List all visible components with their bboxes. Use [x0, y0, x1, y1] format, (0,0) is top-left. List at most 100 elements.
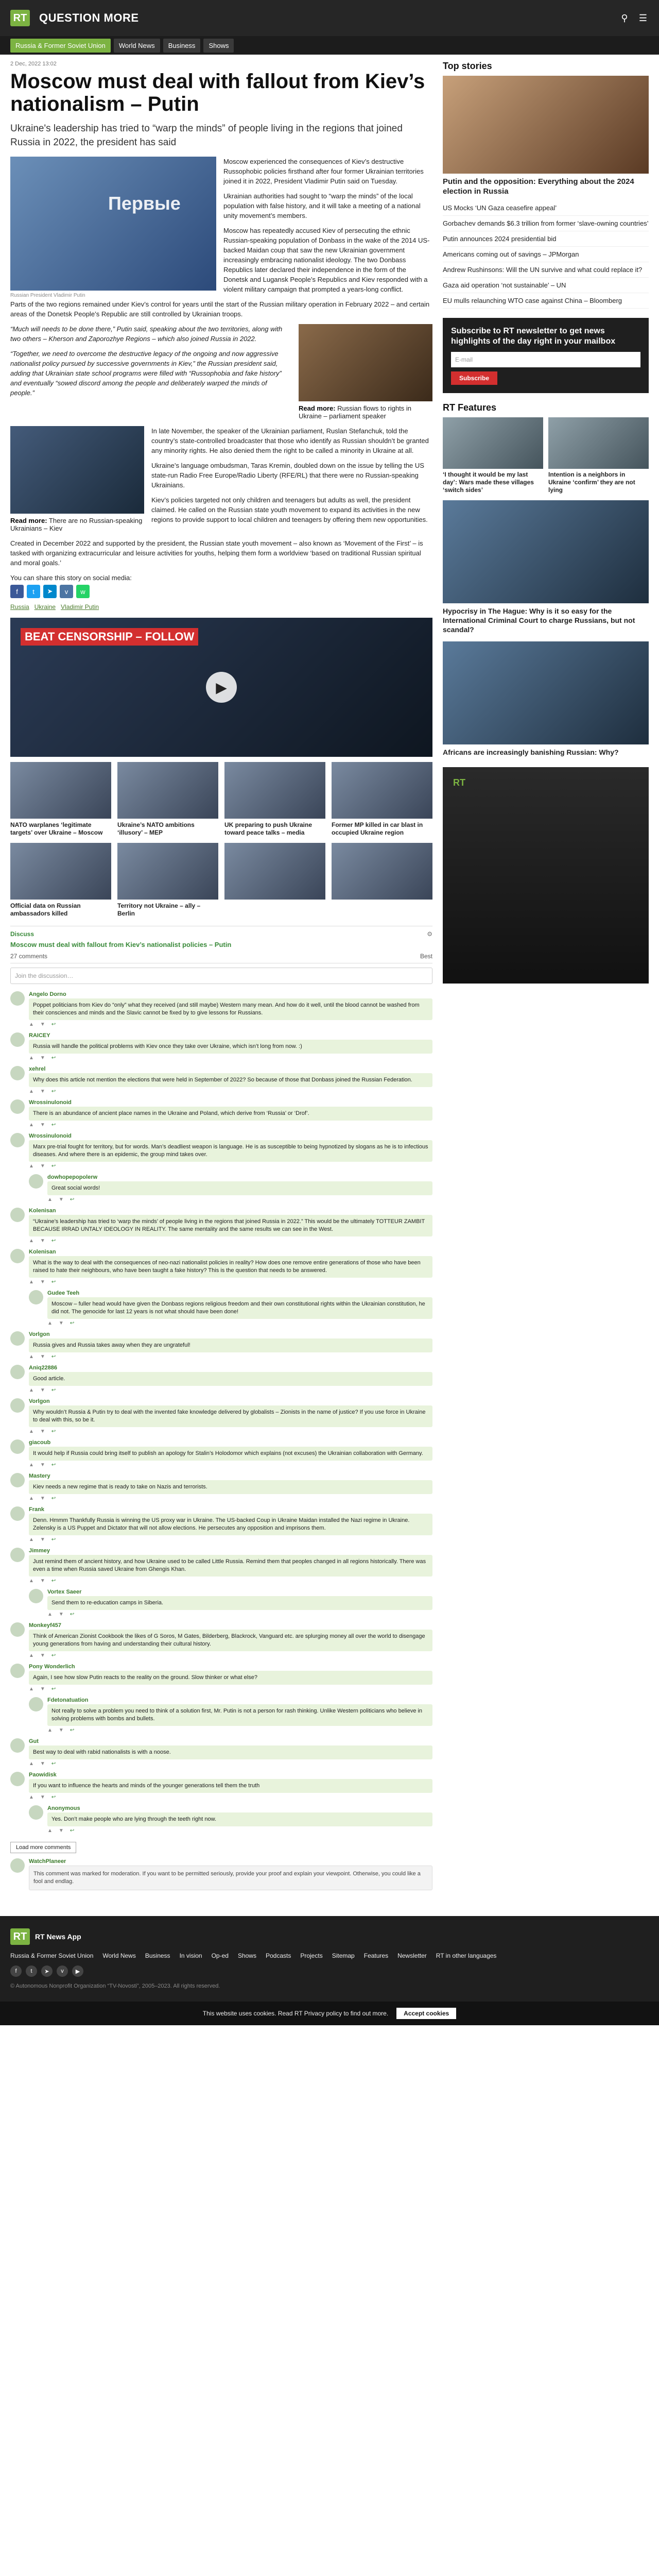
footer-app[interactable]: RT RT News App	[10, 1928, 649, 1945]
video-player[interactable]: BEAT CENSORSHIP – FOLLOW ▶	[10, 618, 432, 757]
nav-item-world[interactable]: World News	[113, 38, 160, 53]
read-more-card[interactable]: Read more: There are no Russian-speaking…	[10, 426, 144, 538]
feature-title[interactable]: ‘I thought it would be my last day’: War…	[443, 471, 543, 494]
reply-icon[interactable]: ↩	[51, 1089, 56, 1094]
feature-large-thumb[interactable]	[443, 641, 649, 744]
avatar[interactable]	[10, 1331, 25, 1346]
downvote-icon[interactable]: ▼	[40, 1429, 45, 1434]
reply-icon[interactable]: ↩	[51, 1653, 56, 1658]
upvote-icon[interactable]: ▲	[29, 1238, 34, 1244]
upvote-icon[interactable]: ▲	[29, 1022, 34, 1027]
reply-icon[interactable]: ↩	[51, 1387, 56, 1393]
reply-icon[interactable]: ↩	[51, 1496, 56, 1501]
email-field[interactable]: E-mail	[451, 352, 640, 367]
tag-link[interactable]: Russia	[10, 603, 29, 611]
avatar[interactable]	[10, 1439, 25, 1454]
upvote-icon[interactable]: ▲	[29, 1653, 34, 1658]
avatar[interactable]	[29, 1697, 43, 1711]
comment-author[interactable]: Aniq22886	[29, 1365, 432, 1371]
downvote-icon[interactable]: ▼	[40, 1537, 45, 1543]
tag-link[interactable]: Ukraine	[34, 603, 56, 611]
reply-icon[interactable]: ↩	[70, 1727, 74, 1733]
upvote-icon[interactable]: ▲	[29, 1496, 34, 1501]
reply-icon[interactable]: ↩	[51, 1686, 56, 1692]
related-card[interactable]	[224, 843, 325, 918]
avatar[interactable]	[10, 1398, 25, 1413]
comment-author[interactable]: WatchPlaneer	[29, 1858, 432, 1865]
facebook-icon[interactable]: f	[10, 1965, 22, 1977]
comment-input[interactable]: Join the discussion…	[10, 968, 432, 984]
related-thumb[interactable]	[332, 843, 432, 900]
footer-link[interactable]: Features	[364, 1952, 388, 1959]
comment-author[interactable]: Vorlgon	[29, 1398, 432, 1404]
related-card[interactable]: Official data on Russian ambassadors kil…	[10, 843, 111, 918]
comment-author[interactable]: dowhopepopolerw	[47, 1174, 432, 1180]
upvote-icon[interactable]: ▲	[29, 1686, 34, 1692]
footer-link[interactable]: Op-ed	[212, 1952, 229, 1959]
avatar[interactable]	[10, 1133, 25, 1147]
read-more-image[interactable]	[10, 426, 144, 514]
search-icon[interactable]: ⚲	[619, 12, 630, 24]
feature-large-thumb[interactable]	[443, 500, 649, 603]
upvote-icon[interactable]: ▲	[47, 1828, 53, 1834]
youtube-icon[interactable]: ▶	[72, 1965, 83, 1977]
upvote-icon[interactable]: ▲	[29, 1122, 34, 1128]
downvote-icon[interactable]: ▼	[40, 1122, 45, 1128]
sidebar-banner[interactable]: RT	[443, 767, 649, 984]
related-title[interactable]: Official data on Russian ambassadors kil…	[10, 902, 111, 918]
footer-link[interactable]: World News	[102, 1952, 135, 1959]
footer-link[interactable]: Business	[145, 1952, 170, 1959]
related-thumb[interactable]	[224, 843, 325, 900]
nav-item-russia[interactable]: Russia & Former Soviet Union	[10, 38, 111, 53]
comment-author[interactable]: giacoub	[29, 1439, 432, 1446]
read-more-link[interactable]: Read more: Russian flows to rights in Uk…	[299, 404, 432, 420]
related-card[interactable]: UK preparing to push Ukraine toward peac…	[224, 762, 325, 837]
upvote-icon[interactable]: ▲	[29, 1429, 34, 1434]
feature-card[interactable]: ‘I thought it would be my last day’: War…	[443, 417, 543, 494]
avatar[interactable]	[10, 1664, 25, 1678]
related-thumb[interactable]	[117, 762, 218, 819]
downvote-icon[interactable]: ▼	[40, 1496, 45, 1501]
footer-link[interactable]: Shows	[238, 1952, 256, 1959]
comment-author[interactable]: Kolenisan	[29, 1249, 432, 1255]
comment-author[interactable]: Wrossinulonoid	[29, 1099, 432, 1106]
avatar[interactable]	[10, 1622, 25, 1637]
twitter-icon[interactable]: t	[27, 585, 40, 598]
reply-icon[interactable]: ↩	[70, 1197, 74, 1202]
related-title[interactable]: NATO warplanes ‘legitimate targets’ over…	[10, 821, 111, 837]
sort-select[interactable]: Best	[420, 953, 432, 960]
avatar[interactable]	[10, 1099, 25, 1114]
comment-author[interactable]: Monkeyf457	[29, 1622, 432, 1629]
avatar[interactable]	[29, 1589, 43, 1603]
upvote-icon[interactable]: ▲	[29, 1354, 34, 1360]
reply-icon[interactable]: ↩	[70, 1612, 74, 1617]
comment-author[interactable]: Gut	[29, 1738, 432, 1744]
reply-icon[interactable]: ↩	[51, 1279, 56, 1285]
downvote-icon[interactable]: ▼	[59, 1727, 64, 1733]
footer-link[interactable]: Russia & Former Soviet Union	[10, 1952, 93, 1959]
story-link[interactable]: Gaza aid operation ‘not sustainable’ – U…	[443, 278, 649, 293]
downvote-icon[interactable]: ▼	[40, 1387, 45, 1393]
feature-card[interactable]: Intention is a neighbors in Ukraine ‘con…	[548, 417, 649, 494]
upvote-icon[interactable]: ▲	[29, 1089, 34, 1094]
top-story-title[interactable]: Putin and the opposition: Everything abo…	[443, 177, 649, 196]
thread-title[interactable]: Moscow must deal with fallout from Kiev’…	[10, 941, 432, 948]
load-more-button[interactable]: Load more comments	[10, 1842, 77, 1853]
related-card[interactable]: Ukraine’s NATO ambitions ‘illusory’ – ME…	[117, 762, 218, 837]
footer-link[interactable]: Projects	[300, 1952, 322, 1959]
related-title[interactable]: UK preparing to push Ukraine toward peac…	[224, 821, 325, 837]
footer-link[interactable]: In vision	[180, 1952, 202, 1959]
story-link[interactable]: Americans coming out of savings – JPMorg…	[443, 247, 649, 262]
feature-title[interactable]: Intention is a neighbors in Ukraine ‘con…	[548, 471, 649, 494]
related-card[interactable]: Territory not Ukraine – ally – Berlin	[117, 843, 218, 918]
reply-icon[interactable]: ↩	[51, 1578, 56, 1584]
accept-cookies-button[interactable]: Accept cookies	[396, 2008, 457, 2019]
comment-author[interactable]: Anonymous	[47, 1805, 432, 1811]
downvote-icon[interactable]: ▼	[40, 1354, 45, 1360]
reply-icon[interactable]: ↩	[51, 1429, 56, 1434]
upvote-icon[interactable]: ▲	[47, 1727, 53, 1733]
upvote-icon[interactable]: ▲	[29, 1279, 34, 1285]
comment-author[interactable]: Jimmey	[29, 1548, 432, 1554]
story-link[interactable]: Andrew Rushinsons: Will the UN survive a…	[443, 262, 649, 278]
upvote-icon[interactable]: ▲	[47, 1320, 53, 1326]
